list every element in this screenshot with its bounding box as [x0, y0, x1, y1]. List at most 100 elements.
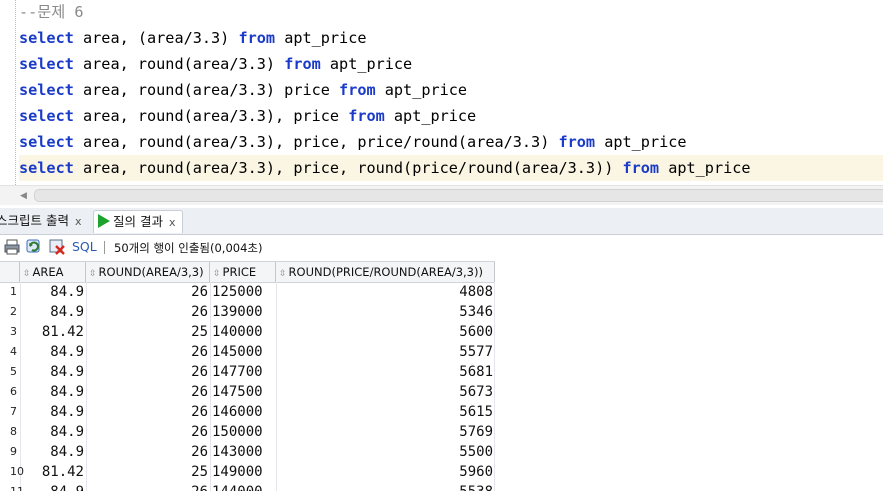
cell-price[interactable]: 145000	[210, 342, 276, 362]
cell-round-ratio[interactable]: 5346	[276, 302, 495, 322]
tab-script-output-label: 스크립트 출력	[0, 213, 69, 228]
sql-text: area, round(area/3.3) price	[73, 81, 340, 99]
cell-price[interactable]: 147700	[210, 362, 276, 382]
cell-round-ratio[interactable]: 5577	[276, 342, 495, 362]
cell-price[interactable]: 144000	[210, 482, 276, 491]
cell-area[interactable]: 84.9	[20, 362, 86, 382]
output-tabbar: 스크립트 출력 x 질의 결과 x	[0, 208, 883, 235]
table-row[interactable]: 4 84.9 26 145000 5577	[0, 342, 495, 362]
table-row[interactable]: 3 81.42 25 140000 5600	[0, 322, 495, 342]
cell-round-area[interactable]: 26	[86, 482, 210, 491]
cell-round-ratio[interactable]: 4808	[276, 282, 495, 302]
row-number-header	[0, 262, 20, 282]
cell-area[interactable]: 84.9	[20, 302, 86, 322]
print-icon[interactable]	[3, 238, 21, 256]
cell-price[interactable]: 146000	[210, 402, 276, 422]
table-row[interactable]: 1184.9261440005538	[0, 482, 495, 491]
scroll-left-icon[interactable]: ◀	[20, 191, 27, 201]
cell-area[interactable]: 84.9	[20, 482, 86, 491]
sql-keyword: select	[19, 81, 74, 99]
row-number: 11	[0, 482, 24, 491]
sql-keyword: select	[19, 55, 74, 73]
cell-round-area[interactable]: 26	[86, 282, 210, 302]
sort-icon[interactable]: ⇳	[23, 269, 31, 279]
code-line[interactable]: select area, round(area/3.3), price from…	[19, 103, 883, 129]
column-header-area[interactable]: ⇳ AREA	[20, 262, 86, 282]
table-row[interactable]: 9 84.9 26 143000 5500	[0, 442, 495, 462]
table-row[interactable]: 10 81.42 25 149000 5960	[0, 462, 495, 482]
cell-round-ratio[interactable]: 5673	[276, 382, 495, 402]
cell-area[interactable]: 84.9	[20, 422, 86, 442]
code-line[interactable]: select area, round(area/3.3) price from …	[19, 77, 883, 103]
cell-round-area[interactable]: 26	[86, 382, 210, 402]
cell-area[interactable]: 84.9	[20, 342, 86, 362]
run-play-icon	[98, 214, 110, 228]
cell-round-area[interactable]: 25	[86, 462, 210, 482]
cell-round-area[interactable]: 26	[86, 442, 210, 462]
row-number: 9	[10, 445, 17, 458]
query-result-grid[interactable]: ⇳ AREA ⇳ ROUND(AREA/3,3) ⇳ PRICE ⇳ ROUND(PRI…	[0, 261, 883, 491]
column-header-round-ratio[interactable]: ⇳ ROUND(PRICE/ROUND(AREA/3,3))	[276, 262, 495, 282]
table-row[interactable]: 5 84.9 26 147700 5681	[0, 362, 495, 382]
tab-query-result[interactable]: 질의 결과 x	[93, 210, 183, 233]
cell-price[interactable]: 149000	[210, 462, 276, 482]
cell-round-area[interactable]: 26	[86, 302, 210, 322]
comment-line[interactable]: --문제 6	[19, 0, 883, 25]
cell-round-ratio[interactable]: 5600	[276, 322, 495, 342]
close-icon[interactable]: x	[169, 216, 176, 229]
refresh-icon[interactable]	[25, 238, 43, 256]
cell-price[interactable]: 147500	[210, 382, 276, 402]
table-row[interactable]: 6 84.9 26 147500 5673	[0, 382, 495, 402]
cell-price[interactable]: 139000	[210, 302, 276, 322]
code-line[interactable]: select area, (area/3.3) from apt_price	[19, 25, 883, 51]
cell-price[interactable]: 143000	[210, 442, 276, 462]
code-line[interactable]: select area, round(area/3.3), price, rou…	[19, 155, 883, 181]
cell-round-area[interactable]: 26	[86, 342, 210, 362]
column-header-price[interactable]: ⇳ PRICE	[210, 262, 276, 282]
sort-icon[interactable]: ⇳	[89, 269, 97, 279]
cell-area[interactable]: 81.42	[20, 462, 86, 482]
row-number: 3	[10, 325, 17, 338]
cell-round-area[interactable]: 26	[86, 422, 210, 442]
sql-editor[interactable]: --문제 6 select area, (area/3.3) from apt_p…	[0, 0, 883, 185]
sql-text: apt_price	[384, 107, 477, 125]
column-header-round-area[interactable]: ⇳ ROUND(AREA/3,3)	[86, 262, 210, 282]
cell-area[interactable]: 81.42	[20, 322, 86, 342]
cell-price[interactable]: 150000	[210, 422, 276, 442]
cell-price[interactable]: 125000	[210, 282, 276, 302]
cell-round-ratio[interactable]: 5960	[276, 462, 495, 482]
table-row[interactable]: 8 84.9 26 150000 5769	[0, 422, 495, 442]
row-number: 6	[10, 385, 17, 398]
code-line[interactable]: select area, round(area/3.3) from apt_pr…	[19, 51, 883, 77]
cell-round-area[interactable]: 26	[86, 402, 210, 422]
toolbar-divider	[104, 241, 105, 254]
delete-icon[interactable]	[48, 238, 66, 256]
cell-round-area[interactable]: 26	[86, 362, 210, 382]
cell-round-ratio[interactable]: 5681	[276, 362, 495, 382]
sort-icon[interactable]: ⇳	[279, 269, 287, 279]
close-icon[interactable]: x	[75, 215, 82, 228]
cell-area[interactable]: 84.9	[20, 402, 86, 422]
scrollbar-thumb[interactable]	[34, 189, 883, 202]
table-row[interactable]: 7 84.9 26 146000 5615	[0, 402, 495, 422]
table-row[interactable]: 2 84.9 26 139000 5346	[0, 302, 495, 322]
tab-script-output[interactable]: 스크립트 출력 x	[0, 210, 88, 232]
sql-button[interactable]: SQL	[72, 239, 97, 254]
table-row[interactable]: 1 84.9 26 125000 4808	[0, 282, 495, 302]
sql-keyword: select	[19, 29, 74, 47]
cell-round-ratio[interactable]: 5769	[276, 422, 495, 442]
editor-horizontal-scrollbar[interactable]: ◀	[0, 185, 883, 205]
cell-area[interactable]: 84.9	[20, 442, 86, 462]
cell-round-ratio[interactable]: 5500	[276, 442, 495, 462]
sql-text: area, round(area/3.3), price, round(pric…	[73, 159, 623, 177]
sort-icon[interactable]: ⇳	[213, 269, 221, 279]
cell-round-ratio[interactable]: 5615	[276, 402, 495, 422]
row-number: 5	[10, 365, 17, 378]
cell-price[interactable]: 140000	[210, 322, 276, 342]
cell-round-area[interactable]: 25	[86, 322, 210, 342]
sql-keyword: from	[238, 29, 276, 47]
cell-area[interactable]: 84.9	[20, 382, 86, 402]
cell-round-ratio[interactable]: 5538	[276, 482, 495, 491]
code-line[interactable]: select area, round(area/3.3), price, pri…	[19, 129, 883, 155]
cell-area[interactable]: 84.9	[20, 282, 86, 302]
